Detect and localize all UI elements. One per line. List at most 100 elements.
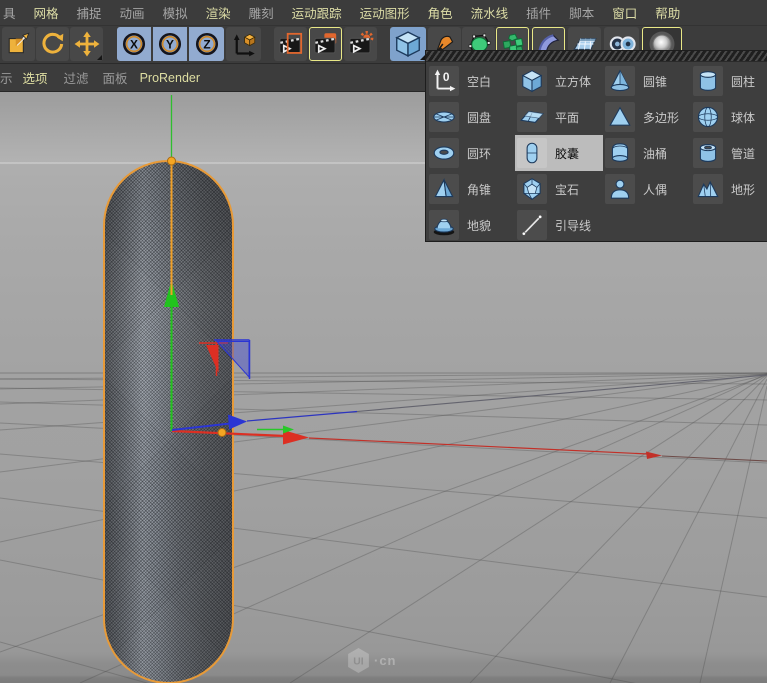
world-x-arrow — [646, 451, 662, 459]
empty-cell — [691, 207, 767, 243]
tube-icon — [693, 138, 723, 168]
render-settings-button[interactable] — [344, 27, 377, 61]
cube-icon — [393, 29, 423, 59]
viewmenu-options[interactable]: 选项 — [23, 68, 48, 87]
primitive-item-guide[interactable]: 引导线 — [515, 207, 603, 243]
svg-text:Y: Y — [166, 37, 174, 51]
scale-tool-button[interactable] — [2, 27, 35, 61]
guide-icon — [517, 210, 547, 240]
menu-snap[interactable]: 捕捉 — [77, 3, 102, 22]
plane-handle-zy — [214, 339, 251, 379]
menu-character[interactable]: 角色 — [428, 3, 453, 22]
primitive-item-tube[interactable]: 管道 — [691, 135, 767, 171]
cylinder-icon — [693, 66, 723, 96]
menu-plugins[interactable]: 插件 — [526, 3, 551, 22]
primitive-item-oiltank[interactable]: 油桶 — [603, 135, 691, 171]
menu-simulate[interactable]: 模拟 — [163, 3, 188, 22]
capsule-radius-handle — [217, 428, 227, 437]
plane-icon — [517, 102, 547, 132]
lock-z-axis-button[interactable]: Z — [189, 27, 224, 61]
menu-help[interactable]: 帮助 — [655, 3, 680, 22]
menu-animate[interactable]: 动画 — [120, 3, 145, 22]
menu-bar: 具 网格 捕捉 动画 模拟 渲染 雕刻 运动跟踪 运动图形 角色 流水线 插件 … — [0, 0, 767, 26]
menu-pipeline[interactable]: 流水线 — [471, 3, 509, 22]
svg-text:UI: UI — [353, 657, 363, 668]
primitive-item-sphere[interactable]: 球体 — [691, 99, 767, 135]
viewmenu-prorender[interactable]: ProRender — [140, 71, 200, 85]
primitive-item-figure[interactable]: 人偶 — [603, 171, 691, 207]
rotate-tool-button[interactable] — [36, 27, 69, 61]
sphere-icon — [693, 102, 723, 132]
landscape-icon — [693, 174, 723, 204]
svg-text:X: X — [130, 37, 138, 51]
primitive-item-cube[interactable]: 立方体 — [515, 63, 603, 99]
move-icon — [74, 31, 100, 57]
coordinate-system-button[interactable] — [226, 27, 261, 61]
menu-script[interactable]: 脚本 — [569, 3, 594, 22]
figure-icon — [605, 174, 635, 204]
primitive-item-plane[interactable]: 平面 — [515, 99, 603, 135]
svg-text:Z: Z — [203, 37, 210, 51]
gizmo-x-line — [171, 429, 286, 438]
render-settings-icon — [347, 30, 374, 58]
primitive-item-cone[interactable]: 圆锥 — [603, 63, 691, 99]
menu-window[interactable]: 窗口 — [612, 3, 637, 22]
primitive-item-cylinder[interactable]: 圆柱 — [691, 63, 767, 99]
menu-tools[interactable]: 具 — [3, 3, 16, 22]
primitive-item-polygon[interactable]: 多边形 — [603, 99, 691, 135]
render-view-icon — [277, 31, 304, 58]
world-z-axis-far — [356, 374, 767, 413]
lock-x-axis-button[interactable]: X — [117, 27, 152, 61]
disc-icon — [429, 102, 459, 132]
empty-cell — [603, 207, 691, 243]
scale-icon — [6, 31, 32, 57]
world-x-axis-far — [661, 455, 767, 462]
primitive-item-landscape[interactable]: 地形 — [691, 171, 767, 207]
primitive-item-pyramid[interactable]: 角锥 — [427, 171, 515, 207]
primitive-item-gem[interactable]: 宝石 — [515, 171, 603, 207]
viewmenu-filter[interactable]: 过滤 — [64, 68, 89, 87]
lock-y-axis-button[interactable]: Y — [153, 27, 188, 61]
capsule-height-handle — [167, 156, 176, 166]
watermark-suffix: ·cn — [374, 653, 397, 668]
move-tool-button[interactable] — [70, 27, 103, 61]
cone-icon — [605, 66, 635, 96]
menu-mograph[interactable]: 运动图形 — [360, 3, 410, 22]
primitives-grid: 0 空白 立方体 圆锥 圆柱 圆盘 平面 多边形 球体 圆环 胶囊 油桶 管道 … — [426, 62, 767, 243]
pyramid-icon — [429, 174, 459, 204]
cube-icon — [517, 66, 547, 96]
oiltank-icon — [605, 138, 635, 168]
capsule-icon — [517, 138, 547, 168]
add-primitive-button[interactable] — [390, 27, 426, 61]
watermark: UI ·cn — [346, 647, 397, 674]
cinema4d-window: 具 网格 捕捉 动画 模拟 渲染 雕刻 运动跟踪 运动图形 角色 流水线 插件 … — [0, 0, 767, 683]
menu-render[interactable]: 渲染 — [206, 3, 231, 22]
render-picture-viewer-icon — [312, 31, 339, 58]
world-x-axis — [308, 437, 649, 455]
gem-icon — [517, 174, 547, 204]
primitive-item-capsule[interactable]: 胶囊 — [515, 135, 603, 171]
flyout-drag-handle[interactable] — [426, 51, 767, 62]
menu-mesh[interactable]: 网格 — [34, 3, 59, 22]
coordsys-icon — [230, 31, 257, 58]
primitive-item-disc[interactable]: 圆盘 — [427, 99, 515, 135]
rotate-icon — [40, 31, 66, 57]
flyout-corner — [97, 55, 102, 60]
menu-sculpt[interactable]: 雕刻 — [249, 3, 274, 22]
polygon-icon — [605, 102, 635, 132]
primitive-item-torus[interactable]: 圆环 — [427, 135, 515, 171]
render-picture-viewer-button[interactable] — [309, 27, 342, 61]
menu-motion-tracker[interactable]: 运动跟踪 — [292, 3, 342, 22]
primitives-flyout-panel: 0 空白 立方体 圆锥 圆柱 圆盘 平面 多边形 球体 圆环 胶囊 油桶 管道 … — [425, 50, 767, 242]
watermark-hexagon: UI — [348, 648, 369, 673]
viewmenu-display[interactable]: 示 — [0, 68, 13, 87]
viewmenu-panel[interactable]: 面板 — [103, 68, 128, 87]
axis-y-icon: Y — [157, 31, 183, 57]
axis-z-icon: Z — [194, 31, 220, 57]
primitive-item-relief[interactable]: 地貌 — [427, 207, 515, 243]
render-view-button[interactable] — [274, 27, 307, 61]
null-icon: 0 — [429, 66, 459, 96]
torus-icon — [429, 138, 459, 168]
gizmo-x-arrow — [283, 430, 309, 445]
primitive-item-null[interactable]: 0 空白 — [427, 63, 515, 99]
